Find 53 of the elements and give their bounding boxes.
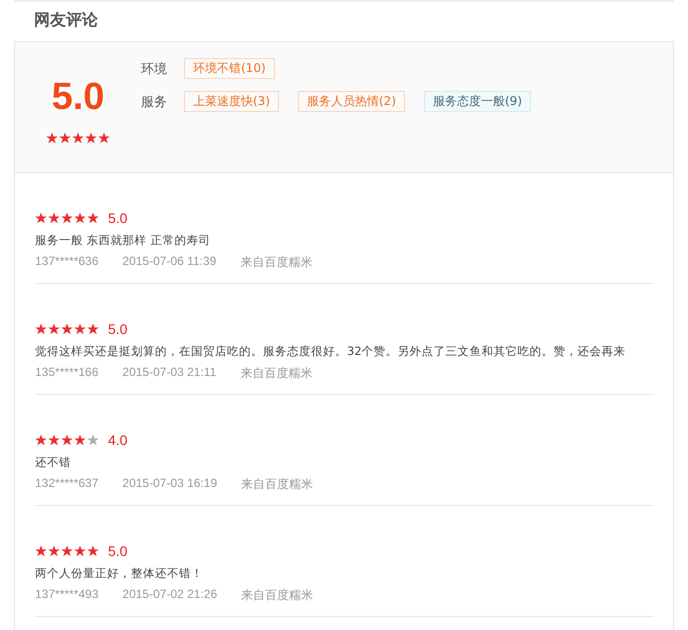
tag[interactable]: 上菜速度快(3) <box>184 91 279 112</box>
username: 137*****636 <box>35 254 98 270</box>
review-text: 两个人份量正好，整体还不错！ <box>35 566 204 581</box>
tag[interactable]: 服务态度一般(9) <box>424 91 531 112</box>
star-icon <box>59 132 71 144</box>
star-icon <box>61 212 73 224</box>
username: 137*****493 <box>35 587 98 603</box>
tag[interactable]: 服务人员热情(2) <box>298 91 405 112</box>
review-text: 还不错 <box>35 455 72 470</box>
star-icon <box>72 132 84 144</box>
overall-score: 5.0 <box>52 75 104 120</box>
star-icon <box>87 323 99 335</box>
star-icon <box>35 545 47 557</box>
username: 135*****166 <box>35 365 98 381</box>
star-icon <box>35 434 47 446</box>
star-icon <box>74 545 86 557</box>
star-icon <box>35 212 47 224</box>
review-score: 5.0 <box>108 210 128 226</box>
username: 132*****637 <box>35 476 98 492</box>
review-text: 觉得这样买还是挺划算的，在国贸店吃的。服务态度很好。32个赞。另外点了三文鱼和其它吃的。赞，还会再来 <box>35 344 627 359</box>
star-icon <box>61 545 73 557</box>
category-label: 环境 <box>141 60 167 78</box>
review-text: 服务一般 东西就那样 正常的寿司 <box>35 233 212 248</box>
star-icon <box>74 434 86 446</box>
review-score: 4.0 <box>108 432 128 448</box>
review-time: 2015-07-06 11:39 <box>122 254 216 270</box>
section-title: 网友评论 <box>33 9 99 31</box>
star-icon <box>87 212 99 224</box>
review-source: 来自百度糯米 <box>241 476 314 493</box>
review-source: 来自百度糯米 <box>241 587 314 604</box>
star-icon <box>35 323 47 335</box>
review-source: 来自百度糯米 <box>240 254 312 271</box>
review-score: 5.0 <box>108 321 128 337</box>
star-icon <box>48 434 60 446</box>
star-icon <box>48 323 60 335</box>
star-icon <box>87 434 99 446</box>
star-icon <box>74 323 86 335</box>
star-icon <box>61 434 73 446</box>
star-icon <box>46 132 58 144</box>
star-icon <box>87 545 99 557</box>
review-time: 2015-07-03 16:19 <box>122 476 218 492</box>
star-icon <box>61 323 73 335</box>
star-icon <box>98 132 110 144</box>
star-icon <box>48 545 60 557</box>
review-score: 5.0 <box>108 543 128 559</box>
star-icon <box>85 132 97 144</box>
star-icon <box>48 212 60 224</box>
review-time: 2015-07-02 21:26 <box>122 587 218 603</box>
review-source: 来自百度糯米 <box>240 365 312 382</box>
star-icon <box>74 212 86 224</box>
tag[interactable]: 环境不错(10) <box>184 58 275 79</box>
review-time: 2015-07-03 21:11 <box>122 365 216 381</box>
category-label: 服务 <box>141 94 167 110</box>
